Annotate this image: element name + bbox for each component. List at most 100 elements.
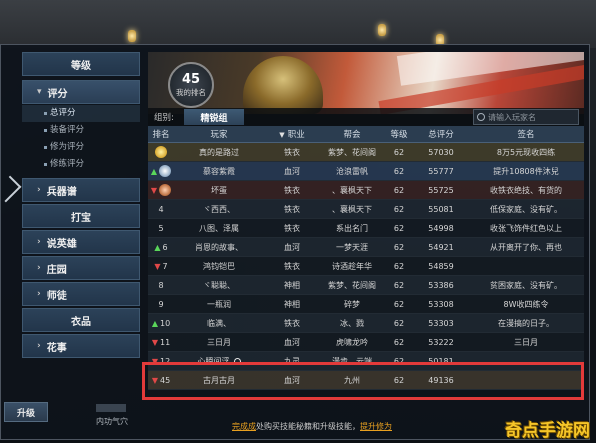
menu-dabao[interactable]: 打宝 (22, 204, 140, 228)
table-row[interactable]: 5 八图、泽属 铁衣 系出名门 62 54998 收张飞饰件红色以上 (148, 219, 584, 238)
rank-value: 9 (158, 299, 164, 309)
player-value: 慕容紫霞 (203, 166, 235, 176)
guild-value: 紫梦、花间阁 (328, 147, 376, 157)
header-rank[interactable]: 排名 (148, 128, 174, 140)
header-sign[interactable]: 签名 (468, 128, 584, 140)
sign-value: 提升10808件沐兒 (493, 166, 559, 176)
guild-value: 冰、戮 (340, 318, 364, 328)
medal-icon (159, 165, 172, 177)
header-player[interactable]: 玩家 (174, 128, 264, 140)
sign-cell: 8W收四练令 (468, 299, 584, 310)
menu-manor[interactable]: › 庄园 (22, 256, 140, 280)
score-value: 54998 (428, 223, 454, 233)
table-header: 排名 玩家 ▼ 职业 帮会 等级 总评分 签名 (148, 126, 584, 143)
trend-down-icon: ▼ (154, 261, 161, 271)
header-score[interactable]: 总评分 (414, 128, 468, 140)
left-menu: 等级 ▾ 评分 总评分 装备评分 修为评分 修练评分 › 兵器谱 打宝 › 说英… (22, 52, 140, 424)
menu-level[interactable]: 等级 (22, 52, 140, 76)
job-value: 血河 (284, 166, 300, 176)
player-value: 坏蛋 (211, 185, 227, 195)
menu-clothes[interactable]: 衣品 (22, 308, 140, 332)
guild-value: 、襄枫天下 (332, 204, 372, 214)
menu-heroes-label: 说英雄 (46, 238, 77, 250)
job-value: 铁衣 (284, 223, 300, 233)
sign-value: 三日月 (514, 337, 538, 347)
table-row[interactable]: 9 一瓶润 神相 碎梦 62 53308 8W收四练令 (148, 295, 584, 314)
table-row[interactable]: ▲ 6 肖恩的故事、 血河 一梦天涯 62 54921 从开离开了你、再也 (148, 238, 584, 257)
level-value: 62 (393, 280, 405, 290)
score-value: 54921 (428, 242, 454, 252)
trend-up-icon: ▲ (150, 166, 158, 176)
medal-icon (159, 184, 172, 196)
player-search[interactable] (473, 109, 579, 125)
watermark-logo: 奇点手游网 (505, 421, 590, 441)
lantern-icon (128, 30, 136, 42)
header-job[interactable]: ▼ 职业 (264, 128, 320, 140)
table-row[interactable]: ▼ 11 三日月 血河 虎啸龙吟 62 53222 三日月 (148, 333, 584, 352)
menu-apprentice-label: 师徒 (46, 290, 67, 302)
rank-value: 6 (162, 242, 168, 252)
job-value: 神相 (284, 299, 300, 309)
bottom-tip: 完成成处购买技能秘籍和升级技能，提升修为 (232, 421, 392, 432)
guild-value: 系出名门 (336, 223, 368, 233)
upgrade-button[interactable]: 升级 (4, 402, 48, 422)
level-value: 62 (393, 204, 405, 214)
highlight-box (142, 362, 584, 400)
job-cell: 血河 (264, 337, 320, 348)
table-row[interactable]: ▼ 坏蛋 铁衣 、襄枫天下 62 55725 收铁衣绝技、有货的 (148, 181, 584, 200)
score-cell: 55777 (414, 167, 468, 176)
rank-value: 7 (162, 261, 168, 271)
guild-value: 碎梦 (344, 299, 360, 309)
header-guild[interactable]: 帮会 (320, 128, 384, 140)
search-input[interactable] (488, 112, 578, 122)
table-row[interactable]: ▼ 7 鸿钧铠巴 铁衣 诗酒趁年华 62 54859 (148, 257, 584, 276)
medal-icon (155, 146, 167, 158)
menu-score[interactable]: ▾ 评分 (22, 80, 140, 104)
table-row[interactable]: ▲ 慕容紫霞 血河 沧浪雷帆 62 55777 提升10808件沐兒 (148, 162, 584, 181)
score-value: 53386 (428, 280, 454, 290)
job-value: 铁衣 (284, 147, 300, 157)
player-value: 三日月 (207, 337, 231, 347)
level-cell: 62 (384, 167, 414, 176)
sign-cell: 贫困家庭、没有矿。 (468, 280, 584, 291)
sub-item-equip-score[interactable]: 装备评分 (22, 122, 140, 139)
job-value: 神相 (284, 280, 300, 290)
rank-value: 5 (158, 223, 164, 233)
sub-item-cultivation-score[interactable]: 修为评分 (22, 139, 140, 156)
menu-weapon-spectrum[interactable]: › 兵器谱 (22, 178, 140, 202)
my-rank-label: 我的排名 (176, 88, 206, 97)
score-value: 53303 (428, 318, 454, 328)
player-cell: 鸿钧铠巴 (174, 261, 264, 272)
score-value: 53222 (428, 337, 454, 347)
job-value: 铁衣 (284, 318, 300, 328)
guild-cell: 诗酒趁年华 (320, 261, 384, 272)
sub-item-total-score[interactable]: 总评分 (22, 105, 140, 122)
menu-heroes[interactable]: › 说英雄 (22, 230, 140, 254)
table-row[interactable]: 8 ヾ聪聪、 神相 紫梦、花间阁 62 53386 贫困家庭、没有矿。 (148, 276, 584, 295)
guild-value: 虎啸龙吟 (336, 337, 368, 347)
guild-cell: 冰、戮 (320, 318, 384, 329)
table-row[interactable]: 4 ヾ西西、 铁衣 、襄枫天下 62 55081 低保家庭、没有矿。 (148, 200, 584, 219)
sign-cell: 收铁衣绝技、有货的 (468, 185, 584, 196)
level-value: 62 (393, 261, 405, 271)
lantern-icon (378, 24, 386, 36)
menu-apprentice[interactable]: › 师徒 (22, 282, 140, 306)
chevron-right-icon: › (37, 289, 41, 299)
table-row[interactable]: 真的是路过 铁衣 紫梦、花间阁 62 57030 8万5元现收四练 (148, 143, 584, 162)
chevron-right-icon: › (37, 263, 41, 273)
rank-cell: ▼ (148, 184, 174, 196)
group-label: 组别: (154, 113, 174, 123)
guild-value: 紫梦、花间阁 (328, 280, 376, 290)
header-level[interactable]: 等级 (384, 128, 414, 140)
tip-link[interactable]: 完成成 (232, 422, 256, 431)
player-value: 一瓶润 (207, 299, 231, 309)
guild-cell: 虎啸龙吟 (320, 337, 384, 348)
table-row[interactable]: ▲ 10 临满、 铁衣 冰、戮 62 53303 在漫搞的日子。 (148, 314, 584, 333)
job-cell: 铁衣 (264, 147, 320, 158)
menu-score-label: 评分 (47, 88, 68, 100)
sub-item-training-score[interactable]: 修练评分 (22, 156, 140, 173)
tip-link-cultivation[interactable]: 提升修为 (360, 422, 392, 431)
tab-elite-group[interactable]: 精锐组 (184, 109, 244, 125)
menu-flower[interactable]: › 花事 (22, 334, 140, 358)
roof-background (0, 0, 596, 48)
